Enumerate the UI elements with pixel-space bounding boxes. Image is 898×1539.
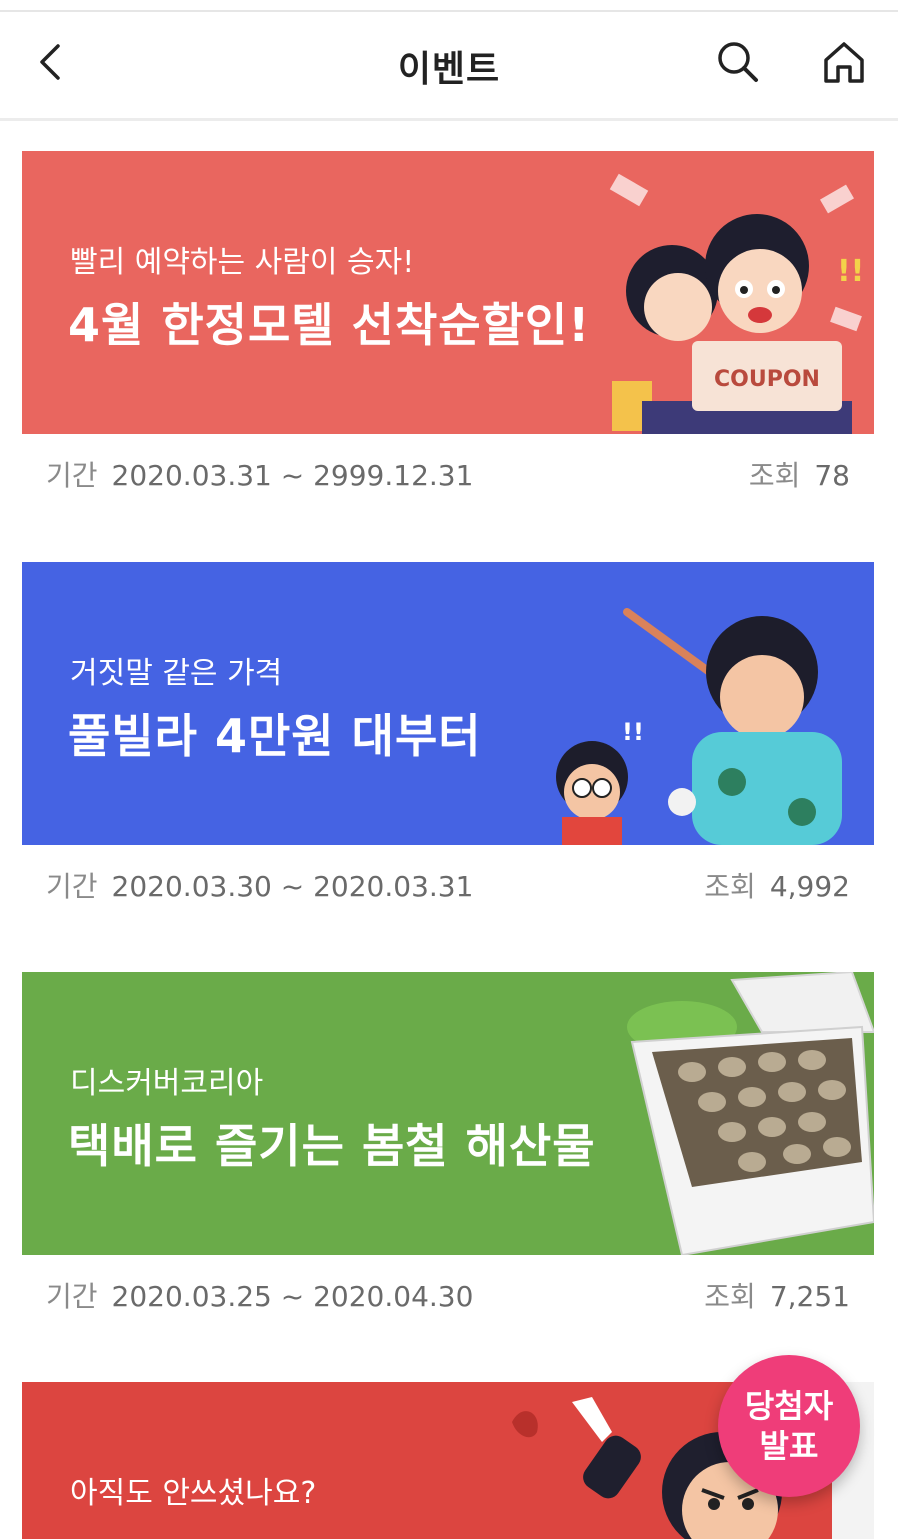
event-meta: 기간 2020.03.25 ~ 2020.04.30 조회 7,251 <box>46 1275 850 1315</box>
event-period: 기간 2020.03.25 ~ 2020.04.30 <box>46 1280 474 1313</box>
event-views: 조회 7,251 <box>704 1280 850 1313</box>
clam-box-illustration <box>627 972 874 1255</box>
event-banner[interactable]: 거짓말 같은 가격 풀빌라 4만원 대부터 !! <box>22 562 874 845</box>
event-headline: 4월 한정모텔 선착순할인! <box>68 298 591 352</box>
couple-coupon-illustration: COUPON !! <box>609 173 864 434</box>
svg-text:!!: !! <box>622 718 644 746</box>
fab-line1: 당첨자 <box>744 1387 834 1425</box>
event-subtitle: 아직도 안쓰셨나요? <box>70 1476 317 1511</box>
event-card[interactable]: 디스커버코리아 택배로 즐기는 봄철 해산물 기간 2020.03.25 ~ 20… <box>22 972 874 1313</box>
event-period: 기간 2020.03.31 ~ 2999.12.31 <box>46 459 474 492</box>
event-subtitle: 디스커버코리아 <box>70 1066 264 1101</box>
event-card[interactable]: 거짓말 같은 가격 풀빌라 4만원 대부터 !! 기간 2020.03.30 ~ … <box>22 562 874 903</box>
svg-text:!!: !! <box>837 254 864 289</box>
search-icon <box>718 42 758 82</box>
home-icon <box>824 42 864 83</box>
event-meta: 기간 2020.03.30 ~ 2020.03.31 조회 4,992 <box>46 865 850 905</box>
search-button[interactable] <box>708 32 768 92</box>
app-header: 이벤트 <box>0 12 898 121</box>
event-headline: 풀빌라 4만원 대부터 <box>68 709 482 763</box>
event-subtitle: 빨리 예약하는 사람이 승자! <box>70 245 415 280</box>
event-headline: 택배로 즐기는 봄철 해산물 <box>68 1119 596 1173</box>
event-banner[interactable]: 디스커버코리아 택배로 즐기는 봄철 해산물 <box>22 972 874 1255</box>
event-subtitle: 거짓말 같은 가격 <box>70 656 283 691</box>
event-views: 조회 78 <box>748 459 850 492</box>
event-card[interactable]: 빨리 예약하는 사람이 승자! 4월 한정모텔 선착순할인! COUPON !!… <box>22 151 874 492</box>
home-button[interactable] <box>814 32 874 92</box>
event-meta: 기간 2020.03.31 ~ 2999.12.31 조회 78 <box>46 454 850 494</box>
event-period: 기간 2020.03.30 ~ 2020.03.31 <box>46 870 474 903</box>
pinocchio-illustration: !! <box>556 608 842 845</box>
winner-announcement-button[interactable]: 당첨자 발표 <box>718 1355 860 1497</box>
fab-line2: 발표 <box>759 1427 819 1465</box>
event-banner[interactable]: 빨리 예약하는 사람이 승자! 4월 한정모텔 선착순할인! COUPON !! <box>22 151 874 434</box>
coupon-text: COUPON <box>714 367 820 392</box>
event-views: 조회 4,992 <box>704 870 850 903</box>
